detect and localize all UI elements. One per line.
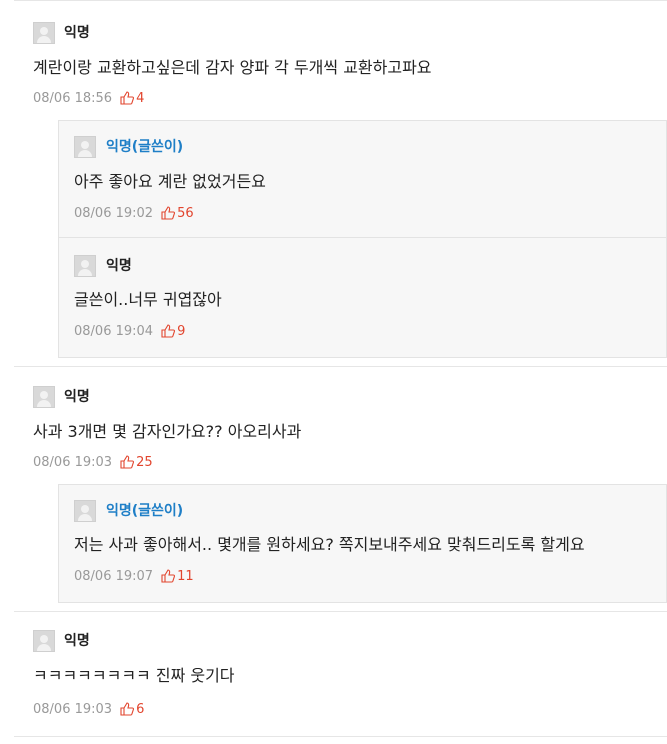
comment-text: 사과 3개면 몇 감자인가요?? 아오리사과 (33, 422, 302, 441)
like-count: 11 (177, 569, 194, 584)
reply-text: 글쓴이..너무 귀엽잖아 (74, 290, 222, 309)
avatar-icon[interactable] (74, 136, 96, 158)
comment-date: 08/06 18:56 (33, 91, 113, 106)
comment-author[interactable]: 익명 (64, 24, 90, 42)
like-button[interactable]: 9 (161, 324, 185, 339)
reply-text: 저는 사과 좋아해서.. 몇개를 원하세요? 쪽지보내주세요 맞춰드리도록 할게… (74, 535, 585, 554)
reply-item: 익명(글쓴이) 아주 좋아요 계란 없었거든요 08/06 19:02 56 (58, 120, 667, 238)
like-button[interactable]: 56 (161, 206, 194, 221)
reply-author[interactable]: 익명(글쓴이) (106, 138, 183, 156)
reply-date: 08/06 19:02 (74, 206, 154, 221)
comment-text: ㅋㅋㅋㅋㅋㅋㅋㅋ 진짜 웃기다 (33, 666, 235, 685)
thumbs-up-icon (161, 206, 176, 220)
comment-item: 익명 사과 3개면 몇 감자인가요?? 아오리사과 08/06 19:03 25 (0, 367, 667, 479)
avatar-icon[interactable] (33, 630, 55, 652)
like-button[interactable]: 25 (120, 455, 153, 470)
reply-meta: 08/06 19:02 56 (74, 205, 194, 223)
avatar-icon[interactable] (74, 500, 96, 522)
avatar-icon[interactable] (74, 255, 96, 277)
reply-author[interactable]: 익명(글쓴이) (106, 502, 183, 520)
like-count: 6 (136, 702, 145, 717)
thumbs-up-icon (120, 91, 135, 105)
like-button[interactable]: 11 (161, 569, 194, 584)
reply-date: 08/06 19:07 (74, 569, 154, 584)
thumbs-up-icon (161, 324, 176, 338)
like-button[interactable]: 4 (120, 91, 144, 106)
like-count: 56 (177, 206, 194, 221)
reply-date: 08/06 19:04 (74, 324, 154, 339)
comment-author[interactable]: 익명 (64, 632, 90, 650)
like-count: 4 (136, 91, 145, 106)
comment-item: 익명 계란이랑 교환하고싶은데 감자 양파 각 두개씩 교환하고파요 08/06… (0, 0, 667, 118)
comment-meta: 08/06 18:56 4 (33, 90, 144, 108)
reply-meta: 08/06 19:07 11 (74, 568, 194, 586)
reply-item: 익명(글쓴이) 저는 사과 좋아해서.. 몇개를 원하세요? 쪽지보내주세요 맞… (58, 484, 667, 603)
avatar-icon[interactable] (33, 22, 55, 44)
reply-item: 익명 글쓴이..너무 귀엽잖아 08/06 19:04 9 (58, 237, 667, 358)
reply-author[interactable]: 익명 (106, 257, 132, 275)
reply-meta: 08/06 19:04 9 (74, 323, 185, 341)
reply-text: 아주 좋아요 계란 없었거든요 (74, 172, 266, 191)
thumbs-up-icon (120, 455, 135, 469)
comment-date: 08/06 19:03 (33, 702, 113, 717)
bottom-divider (14, 736, 667, 737)
comment-meta: 08/06 19:03 25 (33, 454, 153, 472)
like-button[interactable]: 6 (120, 702, 144, 717)
comment-date: 08/06 19:03 (33, 455, 113, 470)
comment-meta: 08/06 19:03 6 (33, 701, 144, 719)
comment-text: 계란이랑 교환하고싶은데 감자 양파 각 두개씩 교환하고파요 (33, 58, 432, 77)
thumbs-up-icon (161, 569, 176, 583)
comment-item: 익명 ㅋㅋㅋㅋㅋㅋㅋㅋ 진짜 웃기다 08/06 19:03 6 (0, 612, 667, 730)
comment-author[interactable]: 익명 (64, 388, 90, 406)
like-count: 25 (136, 455, 153, 470)
avatar-icon[interactable] (33, 386, 55, 408)
thumbs-up-icon (120, 702, 135, 716)
like-count: 9 (177, 324, 186, 339)
